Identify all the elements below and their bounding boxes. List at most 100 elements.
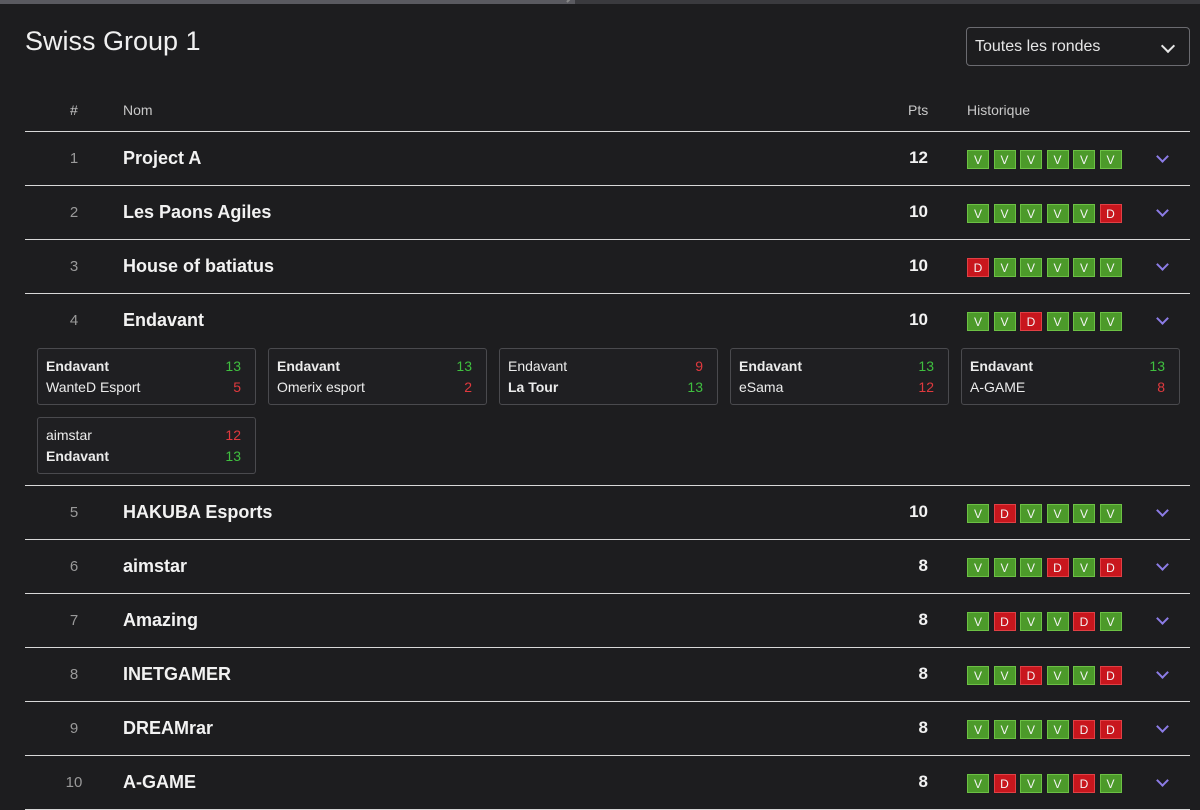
table-row[interactable]: 2 Les Paons Agiles 10 V V V V V D [25, 186, 1190, 240]
row-rank: 3 [69, 258, 79, 275]
history-win-badge: V [1046, 150, 1069, 169]
row-history: VDVVDV [967, 612, 1126, 631]
expand-chevron-icon[interactable] [1156, 258, 1169, 271]
match-team-line: Endavant 9 [508, 358, 703, 376]
expand-chevron-icon[interactable] [1156, 558, 1169, 571]
match-card[interactable]: Endavant 13 A-GAME 8 [961, 348, 1180, 405]
row-rank: 10 [65, 774, 83, 791]
top-progress-segment [0, 0, 575, 4]
match-score: 13 [225, 358, 241, 374]
expand-chevron-icon[interactable] [1156, 666, 1169, 679]
history-loss-badge: D [993, 504, 1016, 523]
history-win-badge: V [1046, 312, 1069, 331]
history-win-badge: V [1020, 612, 1042, 631]
expand-chevron-icon[interactable] [1156, 150, 1169, 163]
row-history: VDVVVV [967, 504, 1126, 523]
row-points: 10 [909, 256, 928, 275]
table-row[interactable]: 5 HAKUBA Esports 10 V D V V V V [25, 486, 1190, 540]
row-rank: 5 [69, 504, 79, 521]
expand-chevron-icon[interactable] [1156, 204, 1169, 217]
row-points: 10 [909, 502, 928, 521]
round-select-value: Toutes les rondes [975, 37, 1101, 55]
table-row[interactable]: 6 aimstar 8 V V V D V D [25, 540, 1190, 594]
match-team-name: Endavant [46, 448, 110, 464]
match-team-line: aimstar 12 [46, 427, 241, 445]
table-body: 1 Project A 12 V V V V V V 2 Les Paons Agiles 10 V V V… [25, 132, 1190, 810]
row-history: VVVVDD [967, 720, 1126, 739]
history-win-badge: V [993, 204, 1016, 223]
history-win-badge: V [993, 720, 1016, 739]
table-header: # Nom Pts Historique [25, 90, 1190, 132]
history-loss-badge: D [1020, 666, 1042, 685]
page-title: Swiss Group 1 [25, 26, 201, 56]
row-points: 8 [918, 610, 928, 629]
match-score: 13 [456, 358, 472, 374]
row-points: 8 [918, 556, 928, 575]
history-win-badge: V [967, 150, 989, 169]
expand-chevron-icon[interactable] [1156, 720, 1169, 733]
history-win-badge: V [1073, 504, 1095, 523]
table-row[interactable]: 4 Endavant 10 V V D V V V Endavant 13 WanteD Esport… [25, 294, 1190, 486]
row-history: DVVVVV [967, 258, 1126, 277]
table-row[interactable]: 10 A-GAME 8 V D V V D V [25, 756, 1190, 810]
row-rank: 8 [69, 666, 79, 683]
history-win-badge: V [1020, 150, 1042, 169]
history-win-badge: V [993, 258, 1016, 277]
expand-chevron-icon[interactable] [1156, 504, 1169, 517]
row-rank: 2 [69, 204, 79, 221]
round-select[interactable]: Toutes les rondes [966, 27, 1190, 66]
row-team-name: aimstar [123, 556, 188, 576]
history-win-badge: V [1073, 666, 1095, 685]
history-win-badge: V [1073, 558, 1095, 577]
match-team-line: Endavant 13 [46, 448, 241, 466]
history-win-badge: V [1046, 258, 1069, 277]
row-team-name: A-GAME [123, 772, 196, 792]
history-loss-badge: D [993, 774, 1016, 793]
history-win-badge: V [993, 666, 1016, 685]
history-loss-badge: D [1046, 558, 1069, 577]
match-score: 2 [464, 379, 472, 395]
row-rank: 4 [69, 312, 79, 329]
standings-table: # Nom Pts Historique 1 Project A 12 V V V V V V 2… [25, 90, 1190, 810]
row-rank: 7 [69, 612, 79, 629]
history-win-badge: V [1046, 504, 1069, 523]
table-row[interactable]: 7 Amazing 8 V D V V D V [25, 594, 1190, 648]
match-card[interactable]: Endavant 13 eSama 12 [730, 348, 949, 405]
match-team-line: Endavant 13 [277, 358, 472, 376]
history-win-badge: V [1073, 258, 1095, 277]
match-team-line: Omerix esport 2 [277, 379, 472, 397]
history-win-badge: V [1020, 720, 1042, 739]
history-win-badge: V [1020, 504, 1042, 523]
history-win-badge: V [967, 504, 989, 523]
history-win-badge: V [967, 774, 989, 793]
match-score: 13 [225, 448, 241, 464]
match-score: 8 [1157, 379, 1165, 395]
match-card[interactable]: aimstar 12 Endavant 13 [37, 417, 256, 474]
expand-chevron-icon[interactable] [1156, 612, 1169, 625]
header-rank: # [70, 102, 78, 118]
match-team-name: WanteD Esport [46, 379, 141, 395]
expand-chevron-icon[interactable] [1156, 312, 1169, 325]
row-history: VVDVVD [967, 666, 1126, 685]
match-card[interactable]: Endavant 13 Omerix esport 2 [268, 348, 487, 405]
table-row[interactable]: 8 INETGAMER 8 V V D V V D [25, 648, 1190, 702]
history-win-badge: V [1046, 204, 1069, 223]
history-win-badge: V [967, 612, 989, 631]
table-row[interactable]: 9 DREAMrar 8 V V V V D D [25, 702, 1190, 756]
top-notch-icon [566, 0, 582, 10]
row-team-name: HAKUBA Esports [123, 502, 273, 522]
table-row[interactable]: 3 House of batiatus 10 D V V V V V [25, 240, 1190, 294]
row-team-name: Endavant [123, 310, 205, 330]
history-win-badge: V [967, 312, 989, 331]
history-loss-badge: D [1099, 558, 1122, 577]
expand-chevron-icon[interactable] [1156, 774, 1169, 787]
match-card[interactable]: Endavant 13 WanteD Esport 5 [37, 348, 256, 405]
row-team-name: Amazing [123, 610, 199, 630]
match-card[interactable]: Endavant 9 La Tour 13 [499, 348, 718, 405]
history-win-badge: V [1046, 666, 1069, 685]
row-rank: 9 [69, 720, 79, 737]
row-points: 10 [909, 202, 928, 221]
header-points: Pts [908, 102, 929, 118]
table-row[interactable]: 1 Project A 12 V V V V V V [25, 132, 1190, 186]
row-team-name: House of batiatus [123, 256, 275, 276]
